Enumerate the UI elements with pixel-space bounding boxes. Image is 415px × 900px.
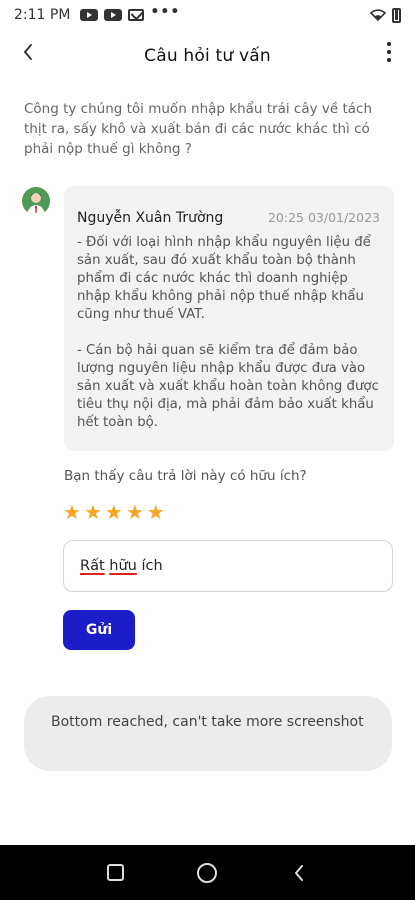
star-rating[interactable]: ★ ★ ★ ★ ★: [63, 502, 165, 522]
feedback-input-value: Rất hữu ích: [80, 558, 163, 574]
star-icon[interactable]: ★: [147, 502, 165, 522]
input-word: hữu: [109, 558, 137, 574]
toast-message: Bottom reached, can't take more screensh…: [24, 696, 392, 771]
feedback-input[interactable]: Rất hữu ích: [63, 540, 393, 592]
answer-header: Nguyễn Xuân Trường 20:25 03/01/2023: [77, 210, 380, 226]
gmail-icon: [128, 9, 145, 21]
star-icon[interactable]: ★: [63, 502, 81, 522]
avatar: [22, 187, 50, 215]
feedback-question: Bạn thấy câu trả lời này có hữu ích?: [64, 468, 307, 484]
wifi-icon: [370, 9, 386, 21]
answer-paragraph: - Cán bộ hải quan sẽ kiểm tra để đảm bảo…: [77, 343, 379, 430]
system-nav-bar: [0, 845, 415, 900]
page-title: Câu hỏi tư vấn: [144, 46, 271, 66]
chevron-left-icon: [295, 864, 304, 881]
author-name: Nguyễn Xuân Trường: [77, 210, 224, 226]
person-avatar-icon: [22, 187, 50, 215]
dot-icon: [387, 50, 391, 54]
youtube-icon: [104, 9, 123, 21]
send-button[interactable]: Gửi: [63, 610, 135, 650]
home-button[interactable]: [196, 862, 217, 883]
question-text: Công ty chúng tôi muốn nhập khẩu trái câ…: [24, 101, 373, 157]
answer-card: Nguyễn Xuân Trường 20:25 03/01/2023 - Đố…: [64, 186, 394, 451]
star-icon[interactable]: ★: [84, 502, 102, 522]
dot-icon: [387, 42, 391, 46]
status-time: 2:11 PM: [14, 7, 71, 23]
star-icon[interactable]: ★: [105, 502, 123, 522]
app-screen: 2:11 PM ••• Câu hỏi tư vấn Công ty chúng…: [0, 0, 415, 900]
dot-icon: [387, 58, 391, 62]
recent-apps-button[interactable]: [106, 864, 124, 881]
nav-back-button[interactable]: [290, 864, 308, 882]
star-icon[interactable]: ★: [126, 502, 144, 522]
status-notification-icons: •••: [80, 4, 180, 21]
answer-timestamp: 20:25 03/01/2023: [267, 210, 380, 225]
youtube-icon: [80, 9, 99, 21]
input-word: ích: [141, 558, 163, 574]
more-notifications-icon: •••: [150, 4, 181, 20]
input-word: Rất: [80, 558, 105, 574]
answer-paragraph: - Đối với loại hình nhập khẩu nguyên liệ…: [77, 235, 371, 322]
status-system-icons: [370, 7, 401, 23]
app-header: Câu hỏi tư vấn: [0, 30, 415, 82]
battery-icon: [392, 7, 401, 23]
status-bar: 2:11 PM •••: [0, 0, 415, 30]
back-button[interactable]: [14, 38, 42, 66]
more-options-button[interactable]: [383, 40, 395, 64]
chevron-left-icon: [24, 44, 32, 60]
